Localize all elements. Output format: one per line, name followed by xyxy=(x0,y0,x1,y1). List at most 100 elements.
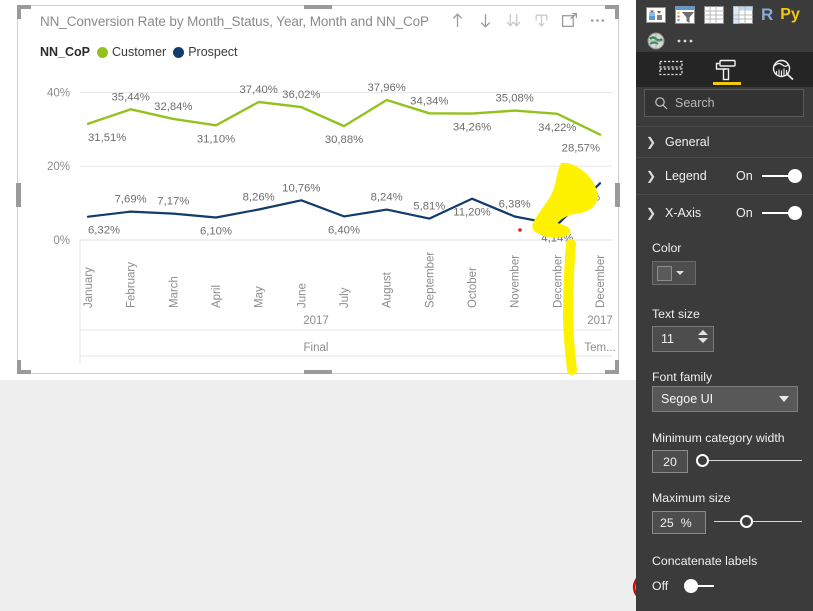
section-x-axis-label: X-Axis xyxy=(665,205,702,220)
min-category-width-input[interactable]: 20 xyxy=(652,450,688,473)
legend-swatch-customer xyxy=(97,46,109,58)
visualization-gallery[interactable]: R Py xyxy=(636,0,813,52)
gallery-row-2[interactable] xyxy=(642,30,807,52)
toggle-knob xyxy=(684,579,698,593)
y-axis-tick-label: 20% xyxy=(47,161,70,173)
search-icon xyxy=(655,97,668,110)
data-label: 7,17% xyxy=(157,196,189,208)
x-axis-tick-label: July xyxy=(339,287,351,308)
drill-down-icon[interactable] xyxy=(477,12,494,29)
slider-track xyxy=(714,521,802,522)
data-label: 37,96% xyxy=(368,82,406,94)
search-input[interactable]: Search xyxy=(644,89,804,117)
data-label: 30,88% xyxy=(325,134,363,146)
slider-knob[interactable] xyxy=(740,515,753,528)
drill-mode-icon[interactable] xyxy=(533,12,550,29)
x-axis-toggle[interactable] xyxy=(762,205,804,221)
more-options-icon[interactable] xyxy=(589,12,606,29)
x-axis-group-label: 2017 xyxy=(303,315,329,327)
x-axis-hierarchy-label: Final xyxy=(304,342,329,354)
globe-map-icon[interactable] xyxy=(645,30,667,52)
legend-item-customer[interactable]: Customer xyxy=(97,45,166,59)
maximum-size-input[interactable]: 25 % xyxy=(652,511,706,534)
font-family-select[interactable]: Segoe UI xyxy=(652,386,798,412)
resize-handle-mr[interactable] xyxy=(615,183,620,207)
gallery-row-1[interactable]: R Py xyxy=(642,4,807,26)
color-picker[interactable] xyxy=(652,261,696,285)
chevron-right-icon: ❯ xyxy=(646,135,657,149)
focus-mode-icon[interactable] xyxy=(561,12,578,29)
more-visuals-icon[interactable] xyxy=(674,30,696,52)
python-visual-icon[interactable]: Py xyxy=(780,4,800,26)
data-label: 4,14% xyxy=(541,233,573,245)
funnel-chart-icon[interactable] xyxy=(674,4,696,26)
x-axis-toggle-state: On xyxy=(736,205,753,220)
matrix-icon[interactable] xyxy=(732,4,754,26)
legend-toggle[interactable] xyxy=(762,168,804,184)
x-axis-tick-label: November xyxy=(510,255,522,308)
stepper-up-icon[interactable] xyxy=(698,330,708,335)
stacked-bar-chart-icon[interactable] xyxy=(645,4,667,26)
analytics-magnifier-icon xyxy=(772,59,794,80)
expand-all-down-icon[interactable] xyxy=(505,12,522,29)
section-general-label: General xyxy=(665,135,710,149)
legend-label-prospect: Prospect xyxy=(188,45,238,59)
x-axis-tick-label: February xyxy=(126,262,138,308)
y-axis-tick-label: 40% xyxy=(47,87,70,99)
text-size-value: 11 xyxy=(661,332,674,346)
visualizations-pane[interactable]: R Py Search ❯ General ❯ Legend On ❯ X-Ax… xyxy=(636,0,813,611)
resize-handle-bl2[interactable] xyxy=(17,360,21,374)
toggle-knob xyxy=(788,206,802,220)
format-tab[interactable] xyxy=(712,55,742,85)
drill-up-icon[interactable] xyxy=(449,12,466,29)
x-axis-hierarchy-label: Tem... xyxy=(584,342,615,354)
min-category-width-label: Minimum category width xyxy=(652,431,785,445)
section-legend[interactable]: ❯ Legend On xyxy=(636,157,813,194)
font-family-label: Font family xyxy=(652,370,713,384)
data-label: 37,40% xyxy=(240,84,278,96)
maximum-size-unit: % xyxy=(680,515,692,530)
min-category-width-slider[interactable] xyxy=(696,454,802,468)
analytics-tab[interactable] xyxy=(768,55,798,85)
search-placeholder: Search xyxy=(675,96,715,110)
legend-label-customer: Customer xyxy=(112,45,167,59)
legend-toggle-state: On xyxy=(736,169,753,183)
concatenate-labels-toggle[interactable] xyxy=(684,578,726,594)
x-axis-group-label: 2017 xyxy=(587,315,613,327)
x-axis-tick-label: December xyxy=(552,255,564,308)
report-canvas[interactable]: NN_Conversion Rate by Month_Status, Year… xyxy=(0,0,636,611)
resize-handle-ml[interactable] xyxy=(16,183,21,207)
table-icon[interactable] xyxy=(703,4,725,26)
text-size-stepper[interactable]: 11 xyxy=(652,326,714,352)
pane-tab-strip[interactable] xyxy=(636,52,813,87)
section-x-axis[interactable]: ❯ X-Axis On xyxy=(636,194,813,230)
slider-knob[interactable] xyxy=(696,454,709,467)
resize-handle-tc[interactable] xyxy=(304,5,332,9)
fields-tab[interactable] xyxy=(656,55,686,85)
r-script-visual-icon[interactable]: R xyxy=(761,4,773,26)
data-label: 28,57% xyxy=(562,143,600,155)
data-label: 11,20% xyxy=(453,207,490,219)
legend-item-prospect[interactable]: Prospect xyxy=(173,45,238,59)
resize-handle-br2[interactable] xyxy=(615,360,619,374)
plot-area[interactable]: 0% 20% 40% January February March April May June… xyxy=(38,64,616,369)
legend-title: NN_CoP xyxy=(40,45,91,59)
chart-legend[interactable]: NN_CoP Customer Prospect xyxy=(40,45,238,59)
x-axis-tick-label: August xyxy=(382,271,394,308)
color-label: Color xyxy=(652,241,682,255)
stepper-arrows[interactable] xyxy=(698,330,708,343)
resize-handle-tr2[interactable] xyxy=(615,5,619,19)
y-axis-tick-label: 0% xyxy=(53,235,70,247)
data-label: 8,24% xyxy=(371,192,403,204)
stepper-down-icon[interactable] xyxy=(698,338,708,343)
maximum-size-slider[interactable] xyxy=(714,515,802,529)
section-general[interactable]: ❯ General xyxy=(636,126,813,157)
resize-handle-bc[interactable] xyxy=(304,370,332,374)
min-category-width-value: 20 xyxy=(663,454,677,469)
data-label: 32,84% xyxy=(154,101,192,113)
line-chart-visual[interactable]: NN_Conversion Rate by Month_Status, Year… xyxy=(16,5,620,374)
data-label: 15,38% xyxy=(562,191,600,203)
visual-header-toolbar[interactable] xyxy=(449,12,606,29)
legend-swatch-prospect xyxy=(173,46,185,58)
resize-handle-tl2[interactable] xyxy=(17,5,21,19)
